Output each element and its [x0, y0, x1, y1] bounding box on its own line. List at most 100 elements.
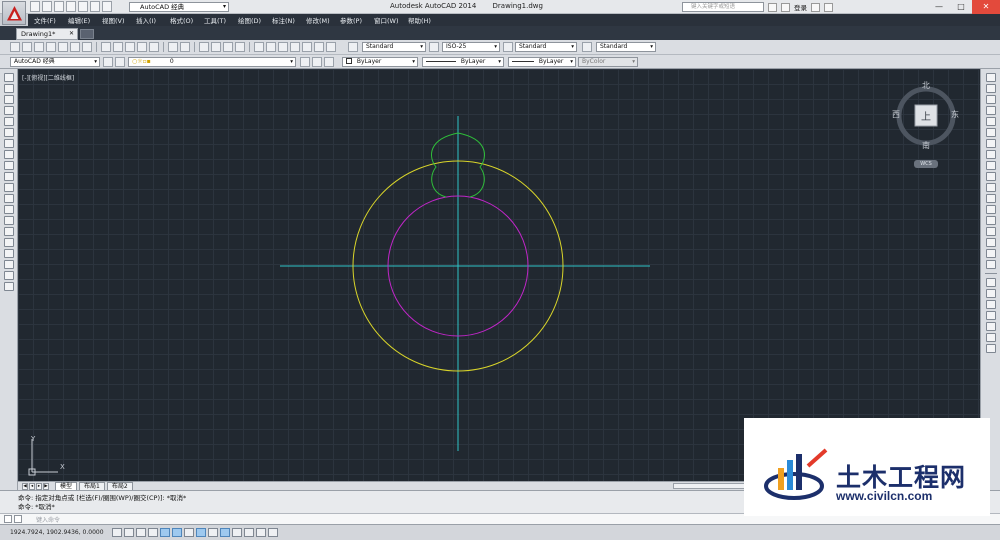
- dim-style-icon[interactable]: [429, 42, 439, 52]
- exchange-icon[interactable]: [811, 2, 820, 12]
- dynamic-ucs-icon[interactable]: [208, 528, 218, 537]
- blend-curves-icon[interactable]: [985, 249, 996, 258]
- properties-icon[interactable]: [254, 42, 264, 52]
- table-icon[interactable]: [3, 260, 14, 269]
- multileader-style-icon[interactable]: [582, 42, 592, 52]
- scale-icon[interactable]: [985, 150, 996, 159]
- add-selected-icon[interactable]: [3, 282, 14, 291]
- bring-above-icon[interactable]: [985, 311, 996, 320]
- circle-icon[interactable]: [3, 139, 14, 148]
- menu-edit[interactable]: 编辑(E): [62, 15, 96, 25]
- help-icon[interactable]: [824, 2, 833, 12]
- qnew-icon[interactable]: [10, 42, 20, 52]
- send-to-back-icon[interactable]: [985, 300, 996, 309]
- multileader-style-select[interactable]: Standard ▾: [596, 42, 656, 52]
- paste-icon[interactable]: [125, 42, 135, 52]
- zoom-previous-icon[interactable]: [235, 42, 245, 52]
- viewcube-south[interactable]: 南: [922, 140, 930, 151]
- undo-icon[interactable]: [90, 1, 100, 12]
- new-icon[interactable]: [30, 1, 40, 12]
- viewcube-west[interactable]: 西: [892, 109, 900, 120]
- autocad-logo-icon[interactable]: [2, 1, 26, 25]
- menu-parametric[interactable]: 参数(P): [334, 15, 368, 25]
- 3d-object-snap-icon[interactable]: [184, 528, 194, 537]
- undo-icon[interactable]: [168, 42, 178, 52]
- region-icon[interactable]: [3, 249, 14, 258]
- tool-palettes-icon[interactable]: [278, 42, 288, 52]
- quickcalc-icon[interactable]: [314, 42, 324, 52]
- redo-icon[interactable]: [180, 42, 190, 52]
- join-icon[interactable]: [985, 216, 996, 225]
- hatch-to-back-icon[interactable]: [985, 344, 996, 353]
- design-center-icon[interactable]: [266, 42, 276, 52]
- redo-icon[interactable]: [102, 1, 112, 12]
- text-style-select[interactable]: Standard ▾: [362, 42, 426, 52]
- offset-icon[interactable]: [985, 106, 996, 115]
- make-block-icon[interactable]: [3, 205, 14, 214]
- menu-help[interactable]: 帮助(H): [402, 15, 436, 25]
- save-as-icon[interactable]: [66, 1, 76, 12]
- trim-icon[interactable]: [985, 172, 996, 181]
- ellipse-icon[interactable]: [3, 172, 14, 181]
- save-icon[interactable]: [34, 42, 44, 52]
- menu-insert[interactable]: 插入(I): [130, 15, 164, 25]
- move-icon[interactable]: [985, 128, 996, 137]
- close-button[interactable]: ✕: [972, 0, 1000, 14]
- viewcube-north[interactable]: 北: [922, 80, 930, 91]
- menu-file[interactable]: 文件(F): [28, 15, 62, 25]
- cut-icon[interactable]: [101, 42, 111, 52]
- rotate-icon[interactable]: [985, 139, 996, 148]
- dynamic-input-icon[interactable]: [220, 528, 230, 537]
- transparency-icon[interactable]: [244, 528, 254, 537]
- ortho-mode-icon[interactable]: [148, 528, 158, 537]
- make-current-icon[interactable]: [300, 57, 310, 67]
- layer-previous-icon[interactable]: [312, 57, 322, 67]
- publish-icon[interactable]: [70, 42, 80, 52]
- polar-tracking-icon[interactable]: [160, 528, 170, 537]
- quick-properties-icon[interactable]: [256, 528, 266, 537]
- polygon-icon[interactable]: [3, 106, 14, 115]
- save-icon[interactable]: [54, 1, 64, 12]
- arc-icon[interactable]: [3, 128, 14, 137]
- mirror-icon[interactable]: [985, 95, 996, 104]
- new-tab-button[interactable]: [80, 29, 94, 39]
- prev-layout-icon[interactable]: ◂: [29, 482, 35, 490]
- help-icon[interactable]: [326, 42, 336, 52]
- copy-icon[interactable]: [113, 42, 123, 52]
- zoom-realtime-icon[interactable]: [211, 42, 221, 52]
- copy-object-icon[interactable]: [985, 84, 996, 93]
- hatch-icon[interactable]: [3, 227, 14, 236]
- object-snap-icon[interactable]: [172, 528, 182, 537]
- explode-icon[interactable]: [985, 260, 996, 269]
- menu-view[interactable]: 视图(V): [96, 15, 130, 25]
- cursor-coordinates[interactable]: 1924.7924, 1902.9436, 0.0000: [10, 529, 104, 536]
- wcs-menu-badge[interactable]: WCS: [914, 160, 938, 168]
- draw-order-icon[interactable]: [985, 278, 996, 287]
- pan-icon[interactable]: [199, 42, 209, 52]
- sheet-set-icon[interactable]: [290, 42, 300, 52]
- markup-icon[interactable]: [302, 42, 312, 52]
- color-select[interactable]: ByLayer ▾: [342, 57, 418, 67]
- text-style-icon[interactable]: [348, 42, 358, 52]
- object-snap-tracking-icon[interactable]: [196, 528, 206, 537]
- array-icon[interactable]: [985, 117, 996, 126]
- ellipse-arc-icon[interactable]: [3, 183, 14, 192]
- customize-icon[interactable]: [4, 515, 12, 523]
- lineweight-display-icon[interactable]: [232, 528, 242, 537]
- last-layout-icon[interactable]: ▶: [43, 482, 49, 490]
- rectangle-icon[interactable]: [3, 117, 14, 126]
- menu-window[interactable]: 窗口(W): [368, 15, 402, 25]
- first-layout-icon[interactable]: ◀: [22, 482, 28, 490]
- search-icon[interactable]: [768, 2, 777, 12]
- snap-mode-icon[interactable]: [124, 528, 134, 537]
- 3d-print-icon[interactable]: [82, 42, 92, 52]
- minimize-button[interactable]: —: [928, 0, 950, 14]
- plot-icon[interactable]: [78, 1, 88, 12]
- menu-dimension[interactable]: 标注(N): [266, 15, 300, 25]
- search-input[interactable]: 键入关键字或短语: [682, 2, 764, 12]
- polyline-icon[interactable]: [3, 95, 14, 104]
- dim-style-select[interactable]: ISO-25 ▾: [442, 42, 500, 52]
- multiline-text-icon[interactable]: [3, 271, 14, 280]
- tab-drawing1[interactable]: Drawing1* ✕: [16, 28, 78, 40]
- workspace-select[interactable]: AutoCAD 经典 ▾: [10, 57, 100, 67]
